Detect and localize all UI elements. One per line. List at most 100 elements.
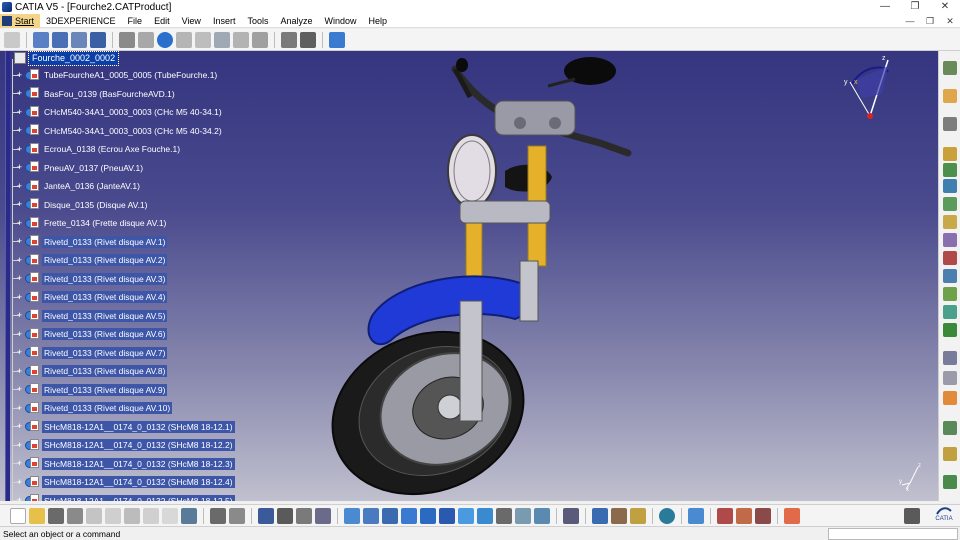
menu-window[interactable]: Window <box>319 14 363 28</box>
expand-icon[interactable]: + <box>16 237 23 246</box>
zoom-in-icon[interactable] <box>420 507 436 524</box>
expand-icon[interactable]: + <box>16 329 23 338</box>
close-button[interactable]: ✕ <box>930 0 960 14</box>
clash-icon[interactable] <box>659 507 675 524</box>
expand-icon[interactable]: + <box>16 385 23 394</box>
tree-item[interactable]: + Rivetd_0133 (Rivet disque AV.1) <box>12 234 168 250</box>
tree-item[interactable]: + Rivetd_0133 (Rivet disque AV.7) <box>12 345 168 361</box>
copy-icon[interactable] <box>105 507 121 524</box>
lock-icon[interactable] <box>119 31 135 48</box>
fix-icon[interactable] <box>943 323 957 337</box>
replace-component-icon[interactable] <box>943 197 957 211</box>
expand-icon[interactable]: + <box>16 348 23 357</box>
inertia-icon[interactable] <box>296 507 312 524</box>
hide-show-icon[interactable] <box>515 507 531 524</box>
analysis-icon[interactable] <box>300 31 316 48</box>
expand-icon[interactable]: + <box>16 311 23 320</box>
tree-item[interactable]: + JanteA_0136 (JanteAV.1) <box>12 178 142 194</box>
assembly-icon[interactable] <box>90 31 106 48</box>
expand-icon[interactable]: + <box>16 200 23 209</box>
maximize-button[interactable]: ❐ <box>900 0 930 14</box>
doc-minimize-button[interactable]: — <box>900 14 920 28</box>
undo-icon[interactable] <box>143 507 159 524</box>
catalog-icon[interactable] <box>71 31 87 48</box>
grid-icon[interactable] <box>784 507 800 524</box>
fly-icon[interactable] <box>344 507 360 524</box>
existing-component-icon[interactable] <box>943 147 957 161</box>
new-product-icon[interactable] <box>943 163 957 177</box>
comment-icon[interactable] <box>229 507 245 524</box>
expand-icon[interactable]: + <box>16 107 23 116</box>
tree-root[interactable]: Fourche_0002_0002 <box>14 51 120 66</box>
shading-icon[interactable] <box>496 507 512 524</box>
settings-icon[interactable] <box>252 31 268 48</box>
cut-icon[interactable] <box>195 31 211 48</box>
tree-item[interactable]: + Rivetd_0133 (Rivet disque AV.6) <box>12 326 168 342</box>
section-icon[interactable] <box>688 507 704 524</box>
menu-3dexperience[interactable]: 3DEXPERIENCE <box>40 14 122 28</box>
save-icon[interactable] <box>48 507 64 524</box>
offset-icon[interactable] <box>943 287 957 301</box>
tree-item[interactable]: + SHcM818-12A1__0174_0_0132 (SHcM8 18-12.… <box>12 493 235 501</box>
compute-icon[interactable] <box>214 31 230 48</box>
move-icon[interactable] <box>592 507 608 524</box>
redo-icon[interactable] <box>162 507 178 524</box>
new-part-icon[interactable] <box>943 179 957 193</box>
flexible-icon[interactable] <box>233 31 249 48</box>
rotate-icon[interactable] <box>401 507 417 524</box>
tree-item[interactable]: + Rivetd_0133 (Rivet disque AV.5) <box>12 308 168 324</box>
sectioning-icon[interactable] <box>943 447 957 461</box>
expand-icon[interactable]: + <box>16 163 23 172</box>
angle-icon[interactable] <box>943 305 957 319</box>
zoom-out-icon[interactable] <box>439 507 455 524</box>
tree-scrollbar[interactable] <box>5 51 10 501</box>
contact-icon[interactable] <box>943 269 957 283</box>
doc-close-button[interactable]: ✕ <box>940 14 960 28</box>
print-icon[interactable] <box>67 507 83 524</box>
specification-tree[interactable]: Fourche_0002_0002 + TubeFourcheA1_0005_00… <box>2 51 235 501</box>
coincidence-icon[interactable] <box>943 251 957 265</box>
clash-icon[interactable] <box>943 421 957 435</box>
pan-icon[interactable] <box>382 507 398 524</box>
tree-item[interactable]: + CHcM540-34A1_0003_0003 (CHc M5 40-34.2) <box>12 123 224 139</box>
menu-edit[interactable]: Edit <box>148 14 176 28</box>
normal-view-icon[interactable] <box>458 507 474 524</box>
compass-widget[interactable]: z y x <box>842 54 902 124</box>
knowledge-icon[interactable] <box>315 507 331 524</box>
measure-icon[interactable] <box>277 507 293 524</box>
new-icon[interactable] <box>10 507 26 524</box>
measure-icon[interactable] <box>281 31 297 48</box>
tree-item[interactable]: + Frette_0134 (Frette disque AV.1) <box>12 215 168 231</box>
apply-material-icon[interactable] <box>736 507 752 524</box>
tree-item[interactable]: + SHcM818-12A1__0174_0_0132 (SHcM8 18-12.… <box>12 456 235 472</box>
tree-item[interactable]: + BasFou_0139 (BasFourcheAVD.1) <box>12 86 177 102</box>
tree-item[interactable]: + Rivetd_0133 (Rivet disque AV.10) <box>12 400 173 416</box>
expand-icon[interactable]: + <box>16 274 23 283</box>
catalog-icon[interactable] <box>611 507 627 524</box>
tree-item[interactable]: + Rivetd_0133 (Rivet disque AV.8) <box>12 363 168 379</box>
tree-item[interactable]: + PneuAV_0137 (PneuAV.1) <box>12 160 145 176</box>
refresh-icon[interactable] <box>563 507 579 524</box>
whats-this-icon[interactable] <box>181 507 197 524</box>
tree-item[interactable]: + Rivetd_0133 (Rivet disque AV.4) <box>12 289 168 305</box>
bom-icon[interactable] <box>630 507 646 524</box>
menu-file[interactable]: File <box>122 14 149 28</box>
expand-icon[interactable]: + <box>16 459 23 468</box>
menu-analyze[interactable]: Analyze <box>274 14 318 28</box>
manipulation-icon[interactable] <box>943 351 957 365</box>
expand-icon[interactable]: + <box>16 403 23 412</box>
render-icon[interactable] <box>755 507 771 524</box>
scene-icon[interactable] <box>943 475 957 489</box>
iso-view-icon[interactable] <box>477 507 493 524</box>
tree-item[interactable]: + TubeFourcheA1_0005_0005 (TubeFourche.1) <box>12 67 219 83</box>
tree-item[interactable]: + Rivetd_0133 (Rivet disque AV.9) <box>12 382 168 398</box>
expand-icon[interactable]: + <box>16 292 23 301</box>
tree-item[interactable]: + SHcM818-12A1__0174_0_0132 (SHcM8 18-12.… <box>12 474 235 490</box>
standard-icon[interactable] <box>4 31 20 48</box>
minimize-button[interactable]: — <box>870 0 900 14</box>
expand-icon[interactable]: + <box>16 144 23 153</box>
snap-icon[interactable] <box>176 31 192 48</box>
import-icon[interactable] <box>52 31 68 48</box>
graph-tree-reordering-icon[interactable] <box>943 215 957 229</box>
expand-icon[interactable]: + <box>16 70 23 79</box>
